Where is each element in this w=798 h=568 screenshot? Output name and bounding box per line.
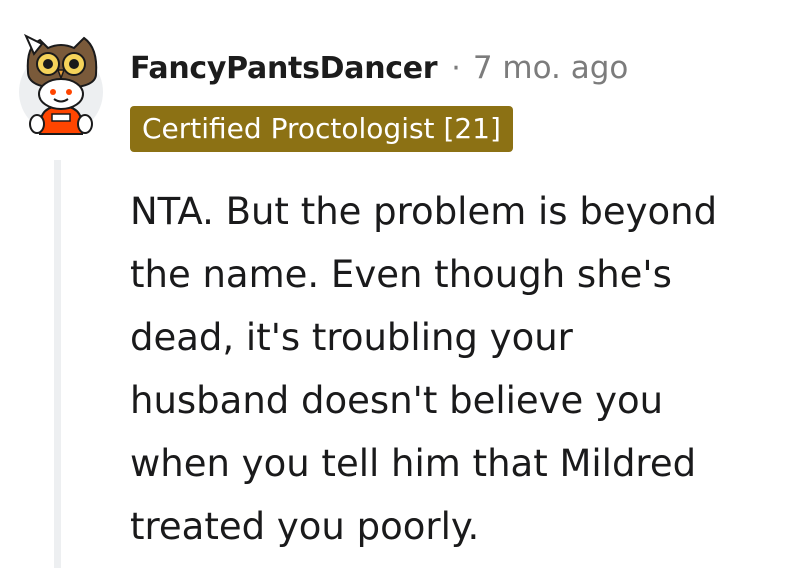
comment-body-line: the name. Even though she's <box>130 253 672 296</box>
user-avatar[interactable] <box>18 28 104 136</box>
user-flair-badge: Certified Proctologist [21] <box>130 106 513 152</box>
comment-body-line: husband doesn't believe you <box>130 379 664 422</box>
comment-meta: FancyPantsDancer · 7 mo. ago <box>130 46 628 90</box>
timestamp[interactable]: 7 mo. ago <box>473 50 629 86</box>
comment-body: NTA. But the problem is beyond the name.… <box>130 180 780 558</box>
author-link[interactable]: FancyPantsDancer <box>130 51 438 86</box>
comment: FancyPantsDancer · 7 mo. ago Certified P… <box>0 0 798 568</box>
comment-body-line: NTA. But the problem is beyond <box>130 190 718 233</box>
comment-body-line: dead, it's troubling your <box>130 316 573 359</box>
meta-separator: · <box>451 50 461 86</box>
owl-hat-avatar-icon <box>19 33 103 135</box>
comment-body-line: treated you poorly. <box>130 505 480 548</box>
thread-line[interactable] <box>54 160 61 568</box>
comment-body-line: when you tell him that Mildred <box>130 442 697 485</box>
